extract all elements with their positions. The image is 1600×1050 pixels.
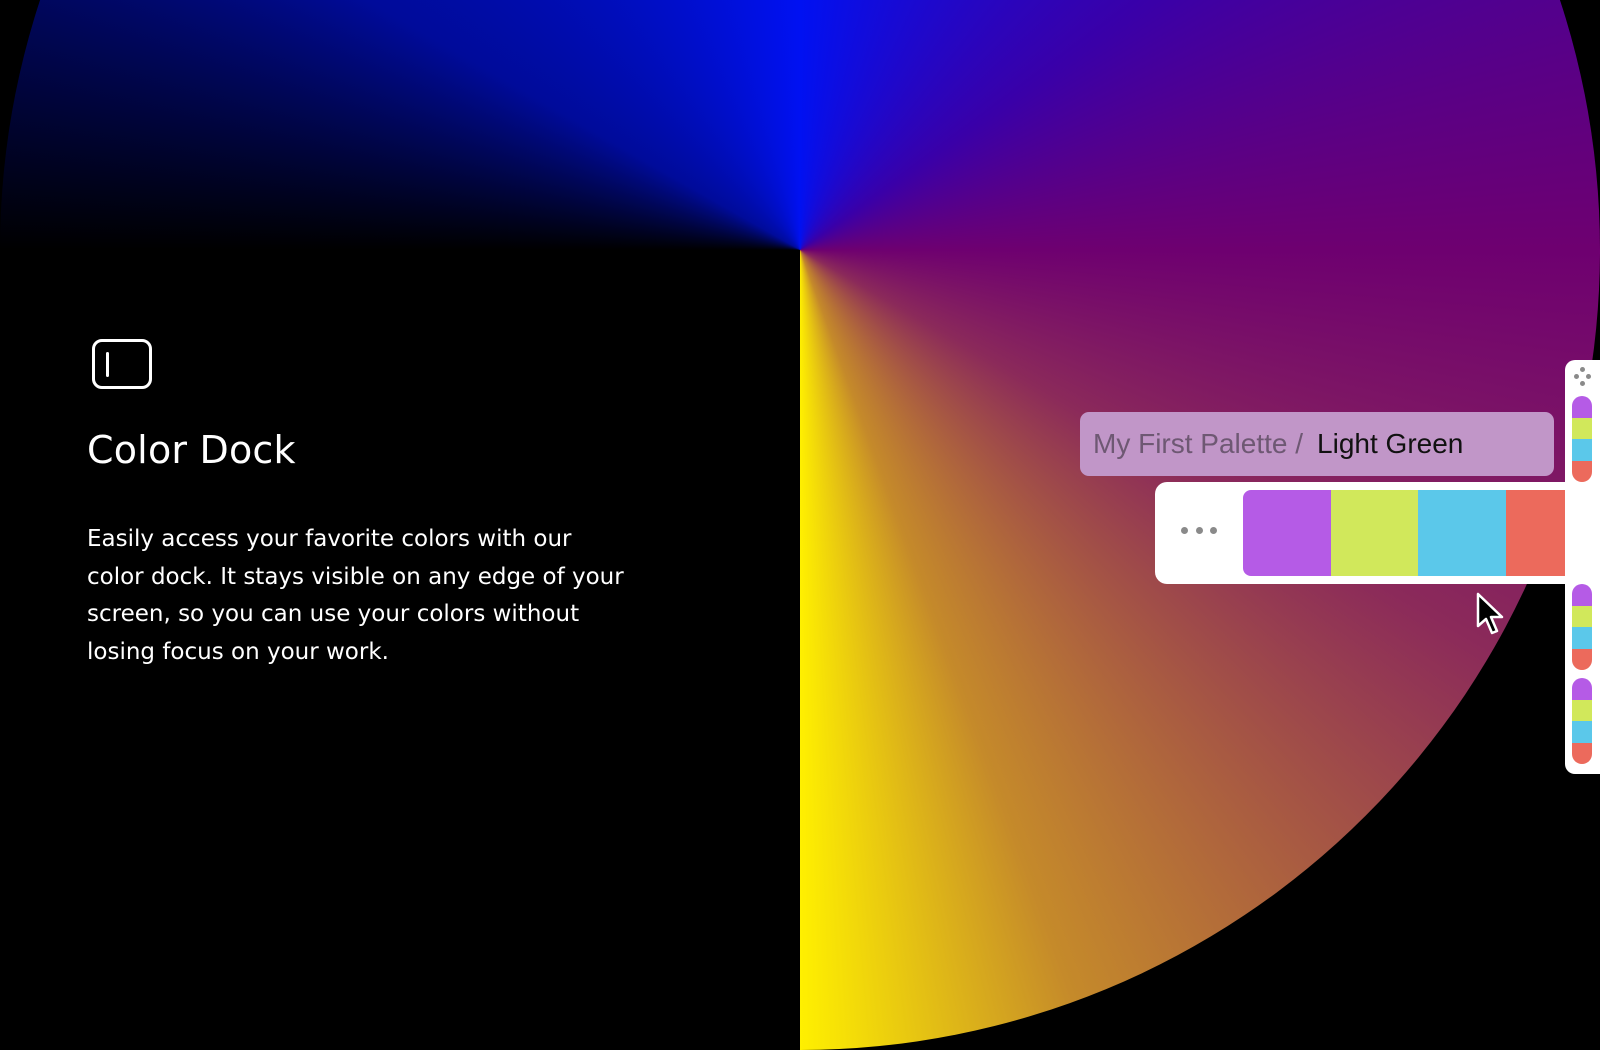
mini-swatch-blue — [1572, 627, 1592, 649]
color-dock-expanded — [1155, 482, 1600, 584]
mini-swatch-red — [1572, 742, 1592, 764]
dock-sidebar-icon — [92, 339, 152, 389]
mini-swatch-blue — [1572, 721, 1592, 743]
selected-color-name: Light Green — [1317, 428, 1464, 459]
mini-swatch-light-green — [1572, 605, 1592, 627]
mini-swatch-light-green — [1572, 699, 1592, 721]
swatch-purple[interactable] — [1243, 490, 1331, 576]
swatch-blue[interactable] — [1418, 490, 1506, 576]
mini-palette[interactable] — [1572, 678, 1592, 764]
mini-swatch-purple — [1572, 584, 1592, 606]
mini-swatch-red — [1572, 460, 1592, 482]
mini-swatch-purple — [1572, 678, 1592, 700]
mini-palette[interactable] — [1572, 396, 1592, 482]
mouse-pointer-icon — [1476, 592, 1504, 635]
more-horizontal-icon[interactable] — [1181, 516, 1217, 544]
mini-swatch-light-green — [1572, 417, 1592, 439]
mini-swatch-blue — [1572, 439, 1592, 461]
palette-name: My First Palette / — [1093, 428, 1304, 459]
mini-palette[interactable] — [1572, 584, 1592, 670]
swatch-light-green[interactable] — [1330, 490, 1418, 576]
color-dock-side-bar — [1565, 360, 1600, 774]
swatch-row — [1243, 490, 1593, 576]
mini-swatch-red — [1572, 648, 1592, 670]
drag-handle-icon[interactable] — [1572, 366, 1594, 388]
feature-description: Easily access your favorite colors with … — [87, 526, 624, 665]
mini-swatch-purple — [1572, 396, 1592, 418]
feature-title: Color Dock — [87, 428, 296, 472]
color-name-bar: My First Palette / Light Green — [1080, 412, 1554, 476]
